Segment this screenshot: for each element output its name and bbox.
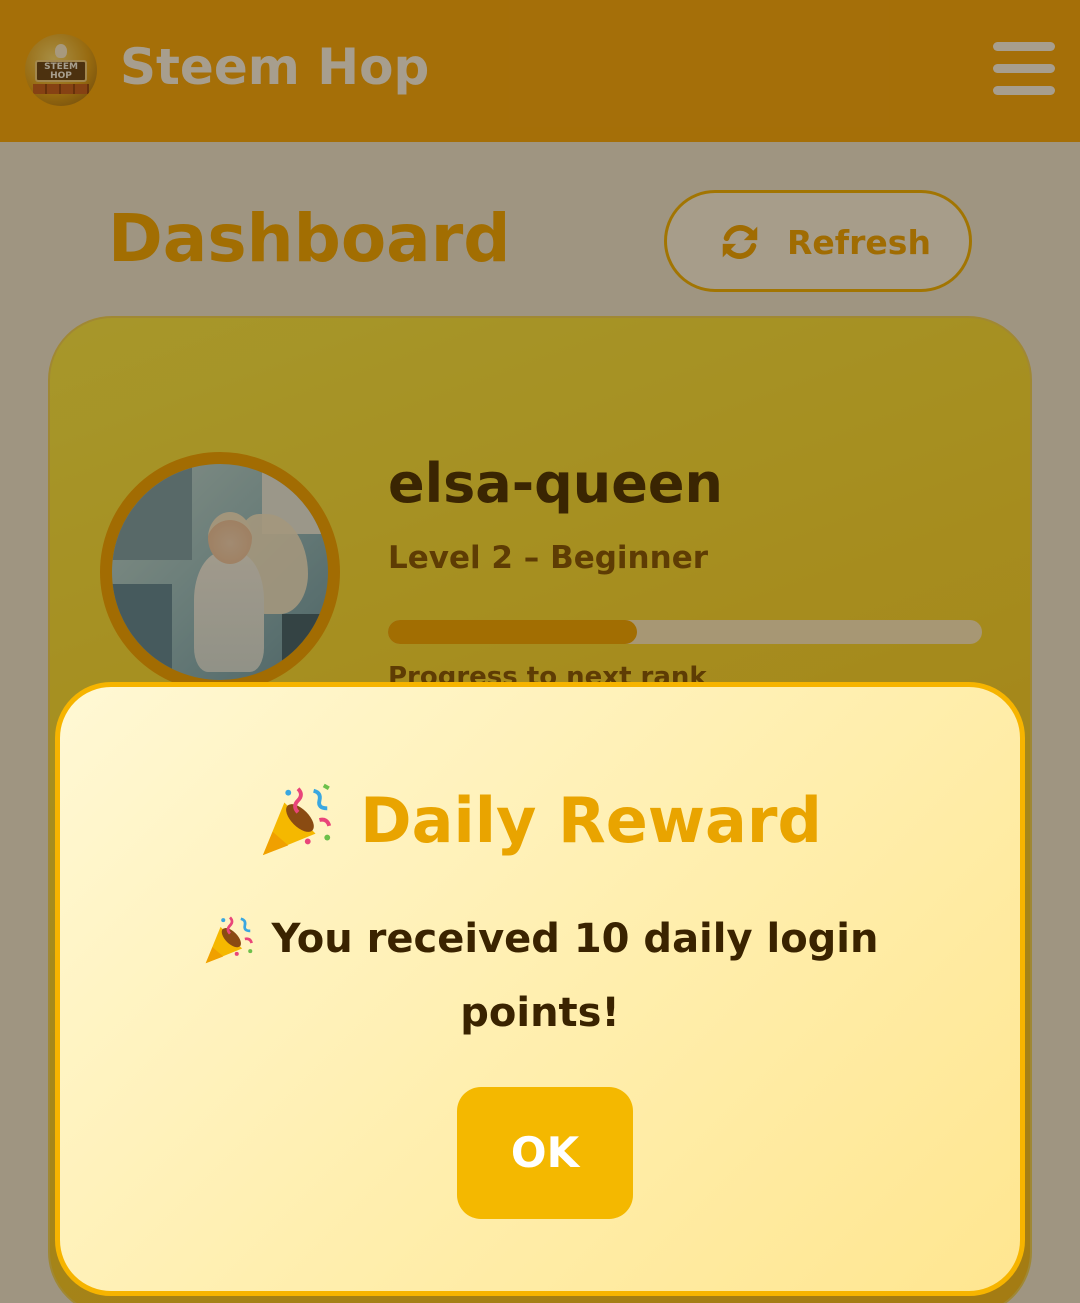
dialog-message: You received 10 daily login points! [271,916,879,1036]
party-popper-icon [258,781,338,859]
daily-reward-dialog: Daily Reward You received 10 daily login… [55,682,1025,1296]
ok-button[interactable]: OK [457,1087,633,1219]
dialog-title-row: Daily Reward [60,781,1020,859]
dialog-message-row: You received 10 daily login points! [170,901,910,1049]
dialog-title: Daily Reward [360,783,822,857]
party-popper-icon [202,912,258,966]
